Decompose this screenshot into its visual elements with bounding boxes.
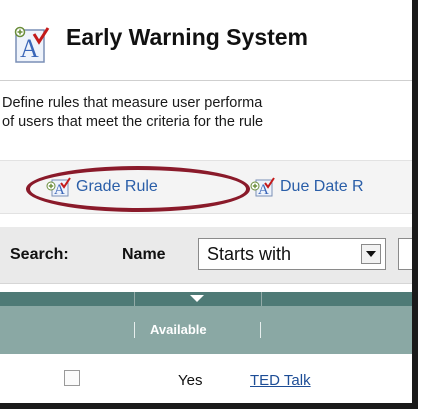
search-label: Search: — [10, 246, 69, 263]
action-toolbar: A Grade Rule A Due Date R — [0, 160, 412, 214]
grade-rule-label: Grade Rule — [76, 178, 158, 195]
search-input[interactable] — [398, 238, 412, 270]
search-field-label: Name — [122, 246, 166, 263]
table-sort-bar — [0, 292, 412, 306]
sort-column[interactable] — [134, 292, 262, 306]
sort-down-icon — [190, 295, 204, 302]
due-date-rule-button[interactable]: A Due Date R — [250, 175, 364, 199]
column-separator — [260, 322, 261, 338]
due-date-rule-label: Due Date R — [280, 178, 364, 195]
page-description: Define rules that measure user performa … — [2, 94, 412, 132]
table-header: Available — [0, 306, 412, 354]
grade-rule-button[interactable]: A Grade Rule — [46, 175, 158, 199]
operator-select-value: Starts with — [207, 244, 292, 264]
rule-title-link[interactable]: TED Talk — [250, 372, 311, 389]
operator-select[interactable]: Starts with — [198, 238, 386, 270]
svg-text:A: A — [258, 182, 269, 198]
description-line-2: of users that meet the criteria for the … — [2, 114, 264, 130]
column-separator — [134, 322, 135, 338]
row-checkbox[interactable] — [64, 370, 80, 386]
add-rule-icon: A — [250, 177, 275, 198]
svg-text:A: A — [54, 182, 65, 198]
page-header: A Early Warning System — [0, 0, 412, 86]
divider — [0, 80, 412, 81]
column-header-available[interactable]: Available — [150, 322, 207, 337]
table-row: Yes TED Talk — [0, 354, 412, 403]
chevron-down-icon[interactable] — [361, 244, 381, 264]
add-rule-icon: A — [46, 177, 71, 198]
description-line-1: Define rules that measure user performa — [2, 95, 263, 111]
page-title: Early Warning System — [66, 24, 309, 50]
search-bar: Search: Name Starts with — [0, 227, 412, 284]
cell-available: Yes — [178, 372, 203, 389]
window-frame: A Early Warning System Define rules that… — [0, 0, 418, 409]
document-rule-icon: A — [14, 26, 50, 63]
